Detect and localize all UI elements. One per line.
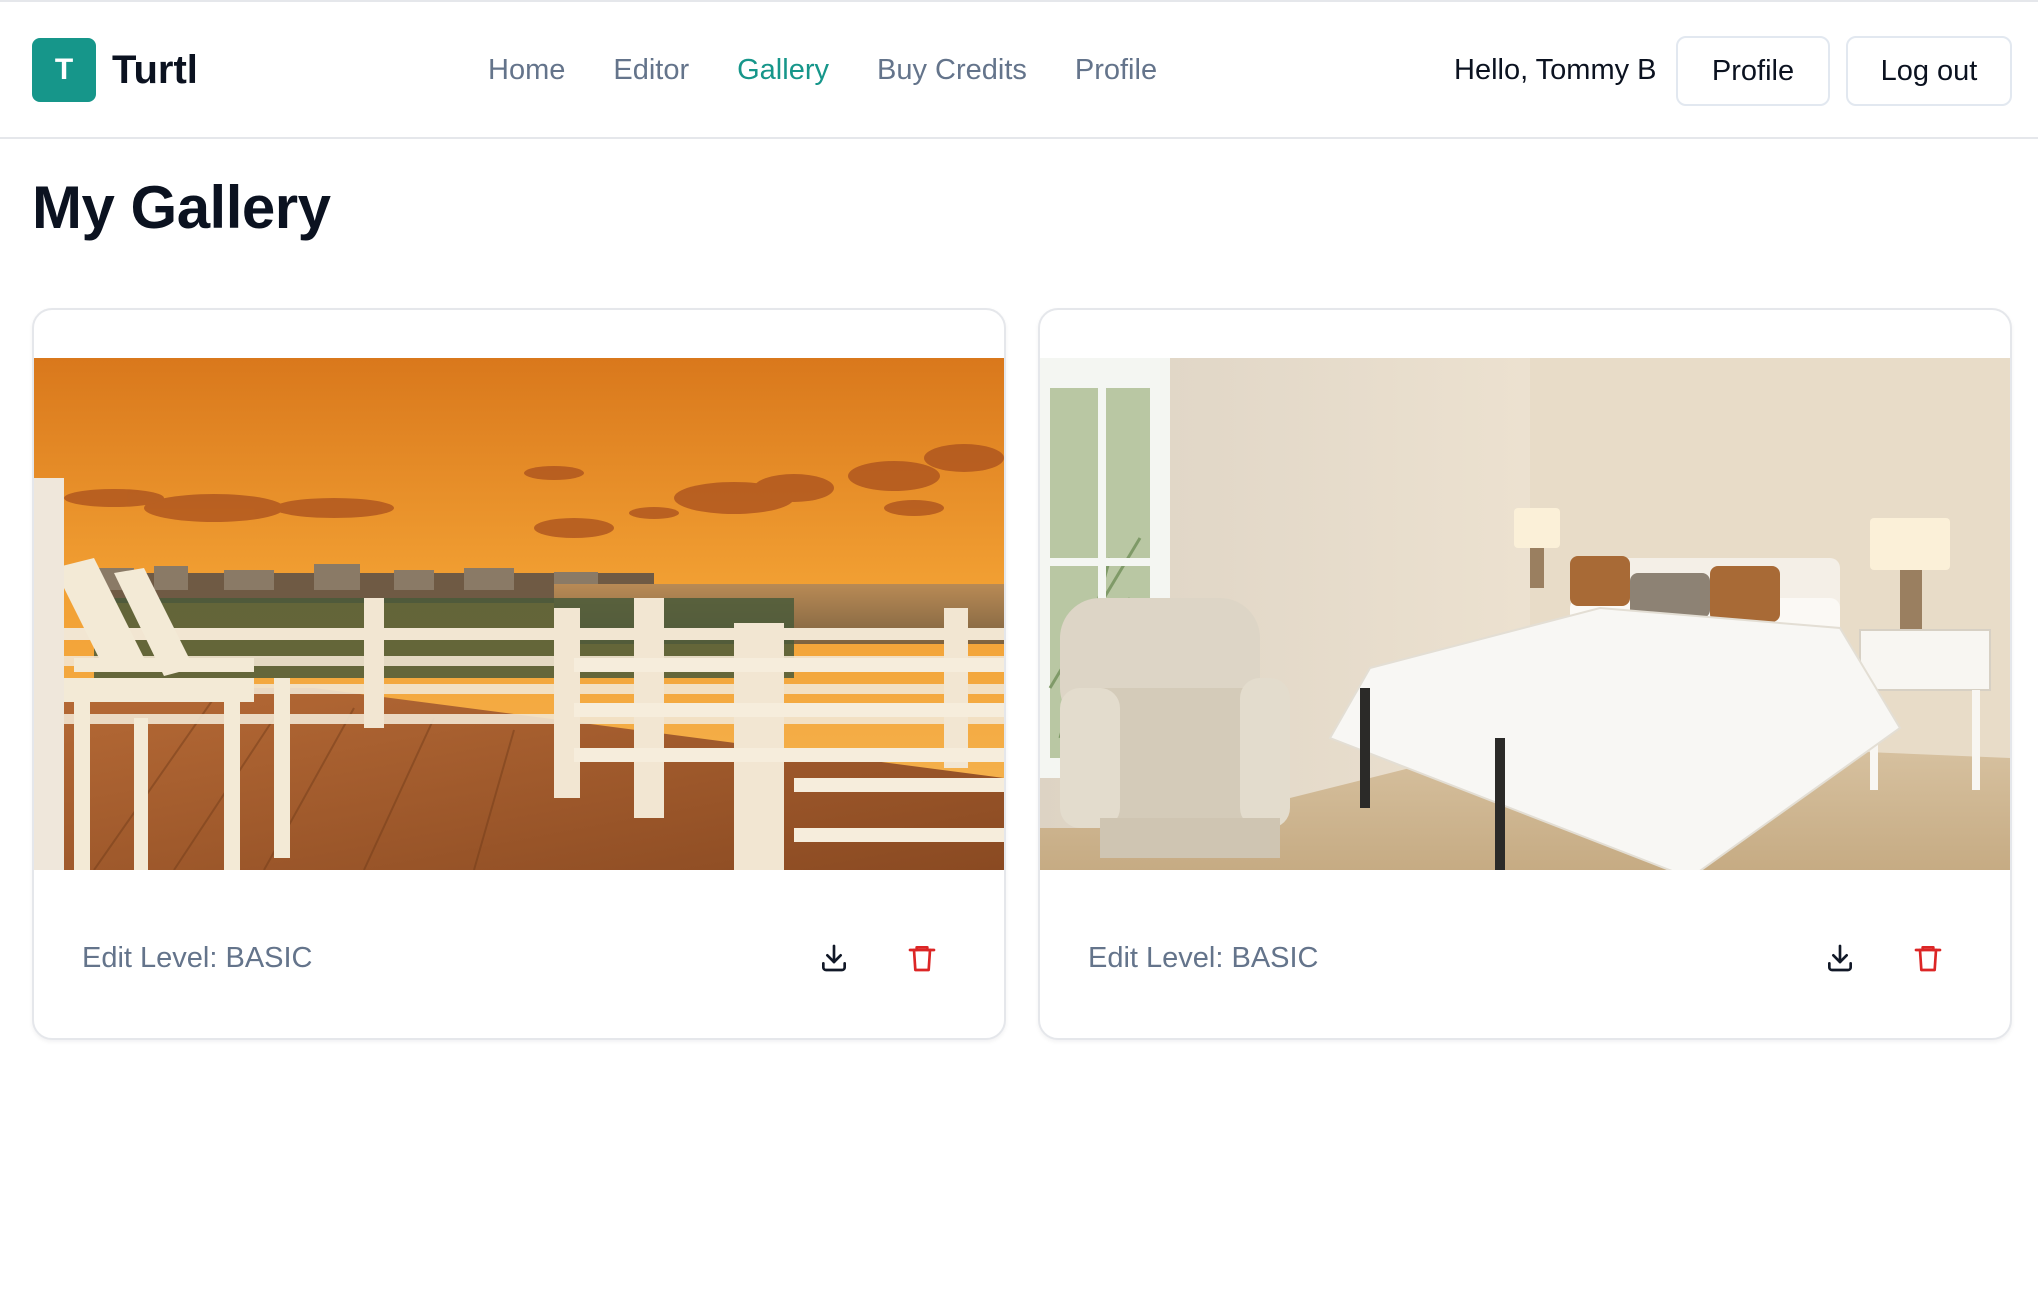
delete-button[interactable] — [898, 934, 946, 982]
nav-link-gallery[interactable]: Gallery — [737, 46, 829, 94]
profile-button[interactable]: Profile — [1676, 36, 1830, 106]
trash-icon — [1914, 946, 1942, 972]
site-header: T Turtl Home Editor Gallery Buy Credits … — [0, 2, 2038, 139]
logout-button[interactable]: Log out — [1846, 36, 2012, 106]
download-icon — [1828, 944, 1852, 972]
download-button[interactable] — [810, 934, 858, 982]
nav-link-profile[interactable]: Profile — [1075, 46, 1157, 94]
gallery-card: Edit Level: BASIC — [1038, 308, 2012, 1040]
edit-level-label: Edit Level: BASIC — [1088, 942, 1319, 974]
logo-icon[interactable]: T — [32, 38, 96, 102]
delete-button[interactable] — [1904, 934, 1952, 982]
page-title: My Gallery — [32, 174, 331, 241]
download-icon — [822, 944, 846, 972]
nav-link-home[interactable]: Home — [488, 46, 565, 94]
user-greeting: Hello, Tommy B — [1454, 54, 1657, 86]
main-nav: Home Editor Gallery Buy Credits Profile — [488, 46, 1157, 94]
edit-level-label: Edit Level: BASIC — [82, 942, 313, 974]
nav-link-buy-credits[interactable]: Buy Credits — [877, 46, 1027, 94]
download-button[interactable] — [1816, 934, 1864, 982]
logo-letter: T — [54, 53, 74, 86]
gallery-card: Edit Level: BASIC — [32, 308, 1006, 1040]
brand-name[interactable]: Turtl — [112, 46, 198, 94]
gallery-image-deck[interactable] — [34, 358, 1004, 870]
gallery-image-bedroom[interactable] — [1040, 358, 2010, 870]
nav-link-editor[interactable]: Editor — [613, 46, 689, 94]
bedroom-image — [1040, 358, 2010, 870]
deck-sunset-image — [34, 358, 1004, 870]
trash-icon — [908, 946, 936, 972]
